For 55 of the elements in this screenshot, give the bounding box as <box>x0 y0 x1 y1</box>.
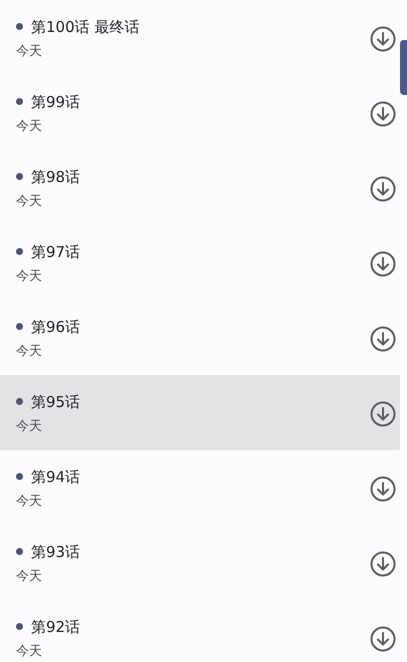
download-icon <box>370 250 396 276</box>
bullet-icon <box>16 398 23 405</box>
episode-row[interactable]: 第92话 今天 <box>0 600 400 662</box>
episode-row[interactable]: 第99话 今天 <box>0 75 400 150</box>
bullet-icon <box>16 473 23 480</box>
episode-row[interactable]: 第97话 今天 <box>0 225 400 300</box>
download-button[interactable] <box>369 100 397 128</box>
episode-title: 第95话 <box>31 392 80 412</box>
episode-row[interactable]: 第93话 今天 <box>0 525 400 600</box>
download-button[interactable] <box>369 400 397 428</box>
episode-row[interactable]: 第98话 今天 <box>0 150 400 225</box>
episode-date: 今天 <box>16 44 43 60</box>
episode-row[interactable]: 第95话 今天 <box>0 375 400 450</box>
download-icon <box>370 626 396 652</box>
episode-date: 今天 <box>16 194 43 210</box>
download-button[interactable] <box>369 550 397 578</box>
episode-date: 今天 <box>16 344 43 360</box>
episode-title: 第92话 <box>31 616 80 636</box>
download-icon <box>370 26 396 52</box>
episode-date: 今天 <box>16 268 43 284</box>
bullet-icon <box>16 248 23 255</box>
episode-title: 第98话 <box>31 166 80 186</box>
download-icon <box>370 176 396 202</box>
bullet-icon <box>16 98 23 105</box>
download-button[interactable] <box>369 250 397 278</box>
download-button[interactable] <box>369 624 397 652</box>
download-button[interactable] <box>369 324 397 352</box>
bullet-icon <box>16 173 23 180</box>
episode-date: 今天 <box>16 568 43 584</box>
episode-date: 今天 <box>16 494 43 510</box>
download-button[interactable] <box>369 174 397 202</box>
episode-title: 第99话 <box>31 92 80 112</box>
bullet-icon <box>16 23 23 30</box>
download-icon <box>370 550 396 576</box>
episode-row[interactable]: 第94话 今天 <box>0 450 400 525</box>
episode-title: 第100话 最终话 <box>31 16 140 36</box>
episode-date: 今天 <box>16 418 43 434</box>
download-button[interactable] <box>369 24 397 52</box>
episode-date: 今天 <box>16 644 43 660</box>
episode-title: 第93话 <box>31 542 80 562</box>
episode-title: 第96话 <box>31 316 80 336</box>
episode-date: 今天 <box>16 118 43 134</box>
scrollbar-thumb[interactable] <box>400 40 407 95</box>
bullet-icon <box>16 623 23 630</box>
episode-row[interactable]: 第100话 最终话 今天 <box>0 0 400 75</box>
download-icon <box>370 326 396 352</box>
bullet-icon <box>16 323 23 330</box>
download-icon <box>370 476 396 502</box>
episode-title: 第97话 <box>31 242 80 262</box>
download-button[interactable] <box>369 474 397 502</box>
bullet-icon <box>16 548 23 555</box>
episode-title: 第94话 <box>31 466 80 486</box>
download-icon <box>370 100 396 126</box>
download-icon <box>370 400 396 426</box>
episode-row[interactable]: 第96话 今天 <box>0 300 400 375</box>
